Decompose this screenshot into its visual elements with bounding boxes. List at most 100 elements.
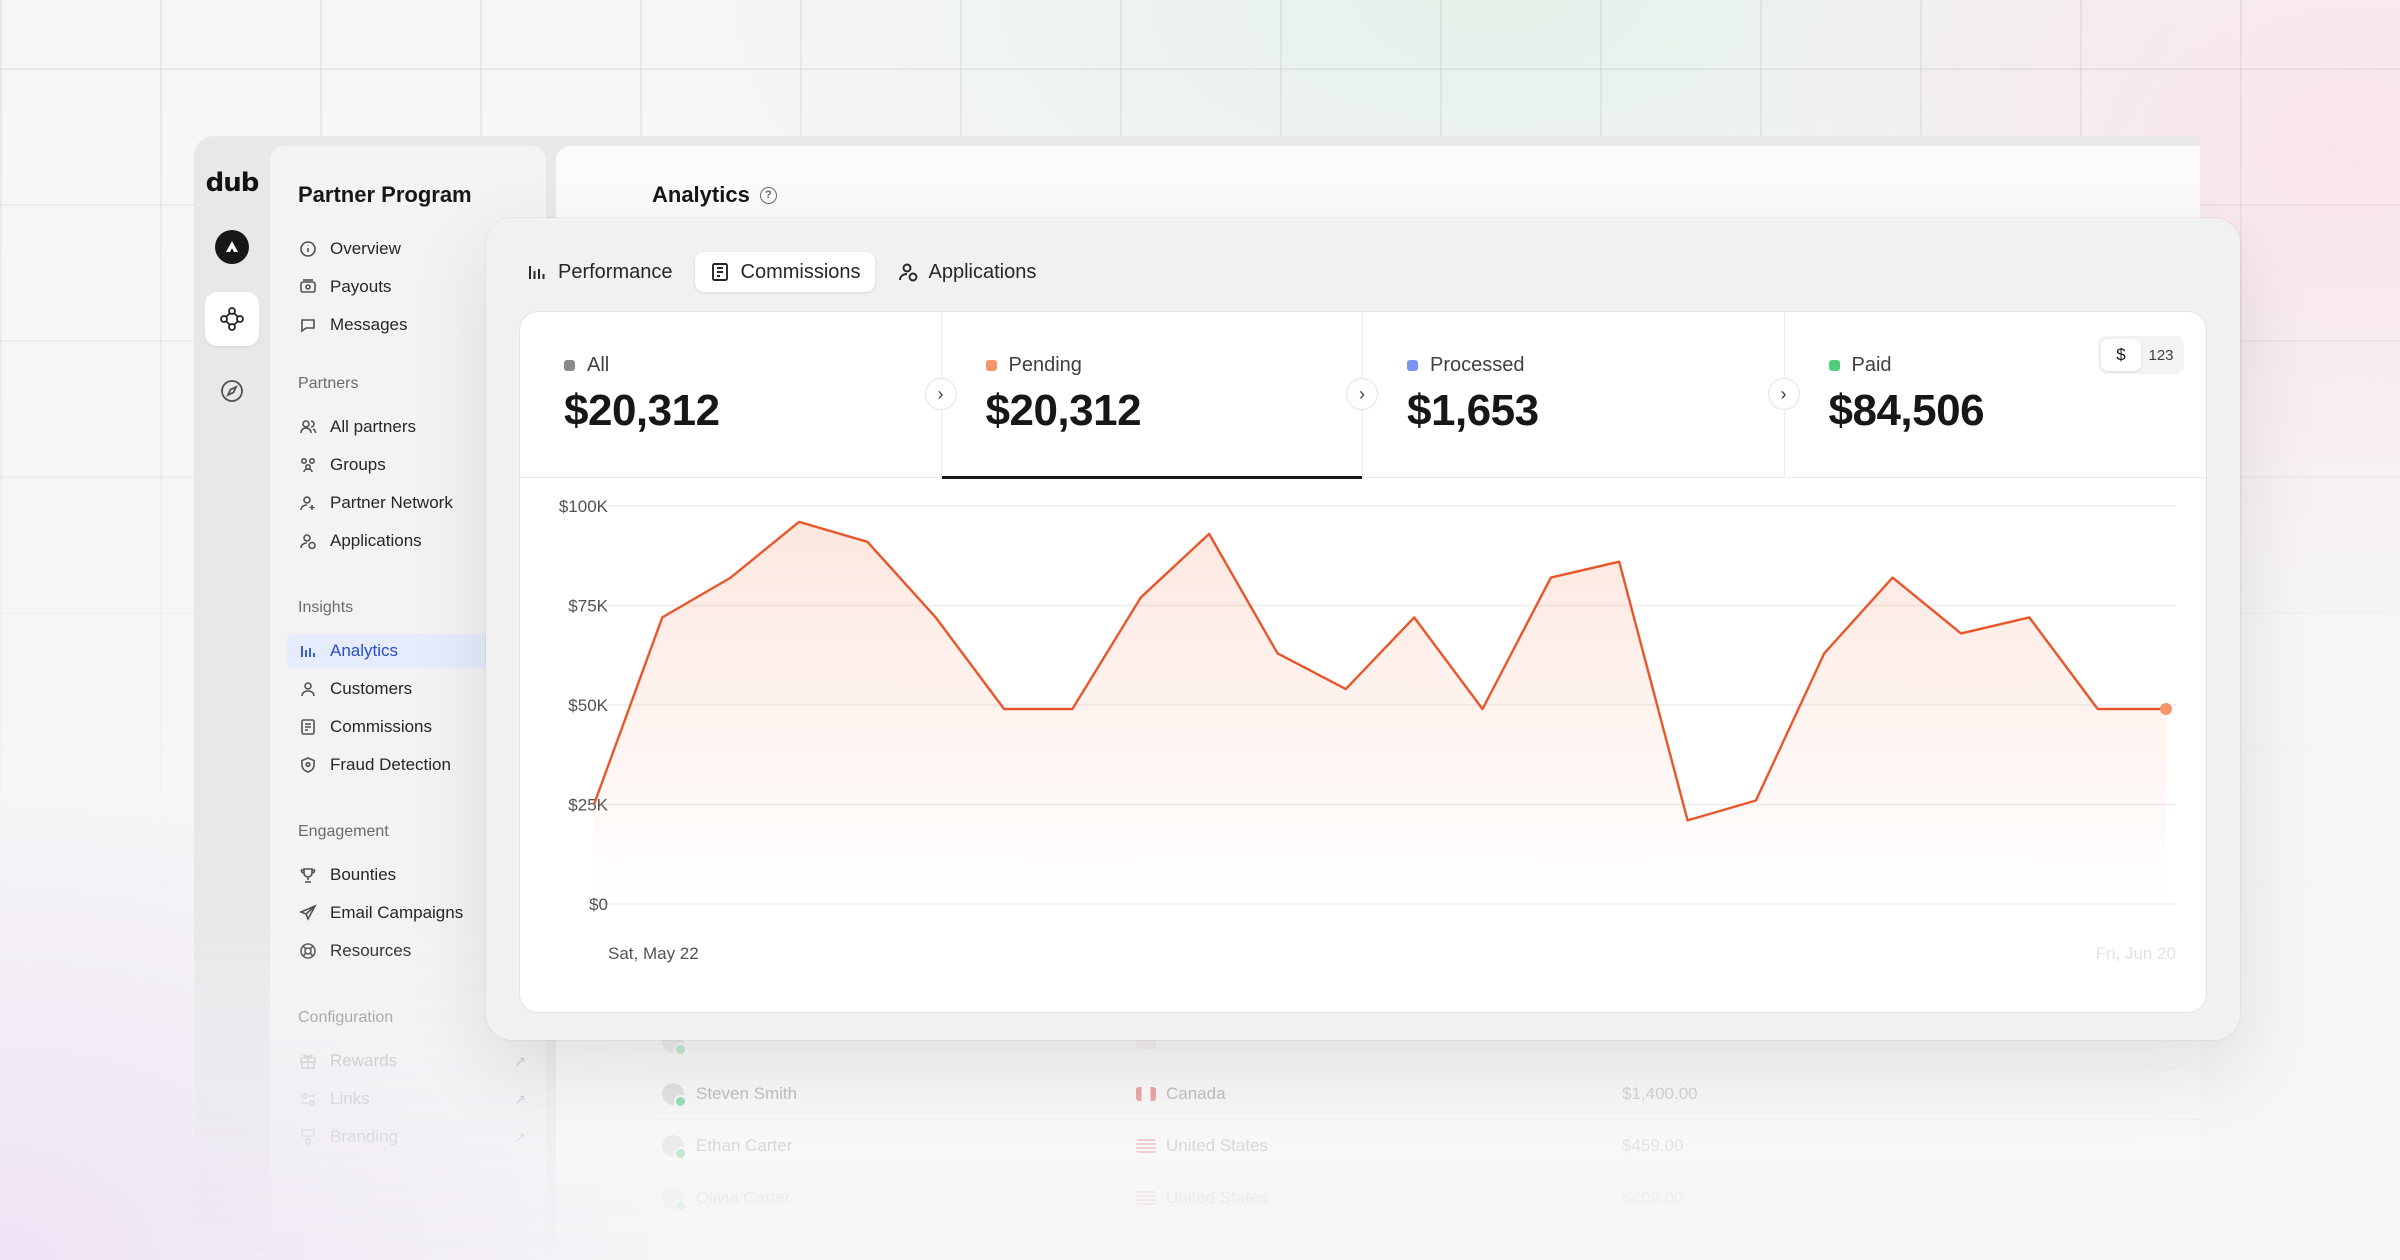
partner-country: United States [1166, 1187, 1269, 1207]
avatar [662, 1082, 687, 1108]
stat-label: All [587, 354, 610, 376]
sidebar-item-label: Groups [330, 455, 386, 474]
commissions-card: All $20,312 › Pending $20,312 › Processe… [520, 312, 2206, 1012]
stat-label: Processed [1430, 354, 1525, 376]
partner-name: Ethan Carter [696, 1135, 793, 1155]
sidebar-item-label: Messages [330, 315, 408, 334]
sidebar-item-label: Bounties [330, 865, 397, 884]
sidebar-item-links[interactable]: Links ↗ [286, 1082, 546, 1116]
user-check-icon [898, 263, 917, 282]
stat-pending[interactable]: Pending $20,312 › [941, 312, 1378, 479]
tab-label: Applications [928, 260, 1037, 283]
partner-name: Steven Smith [696, 1083, 798, 1103]
table-row[interactable]: Ethan Carter United States $459.00 [652, 1120, 2200, 1172]
workspace-switcher[interactable] [205, 220, 259, 274]
chart-area-fill [594, 521, 2166, 904]
sidebar-item-label: Email Campaigns [330, 903, 464, 922]
analytics-tabs: Performance Commissions Applications [512, 252, 1050, 292]
stat-processed[interactable]: Processed $1,653 › [1363, 312, 1800, 478]
sidebar-item-label: Branding [330, 1127, 399, 1146]
commissions-area-chart: $0$25K$50K$75K$100K Sat, May 22 Fri, Jun… [559, 497, 2176, 963]
stat-label: Paid [1851, 354, 1892, 376]
chart-endpoint[interactable] [2160, 702, 2172, 715]
sidebar-item-label: All partners [330, 417, 416, 436]
sidebar-item-label: Commissions [330, 717, 433, 736]
status-dot [985, 360, 997, 371]
table-row[interactable]: Olivia Carter United States $409.00 [652, 1172, 2200, 1224]
network-icon [220, 307, 244, 331]
stat-label: Pending [1008, 354, 1082, 376]
flag-us-icon [1136, 1138, 1156, 1153]
bar-chart-icon [298, 641, 318, 661]
sidebar-item-label: Partner Network [330, 493, 453, 512]
stat-paid[interactable]: Paid $84,506 $ 123 [1785, 312, 2207, 478]
shield-icon [298, 755, 318, 775]
dub-logo[interactable]: dub [206, 168, 260, 198]
sidebar-item-rewards[interactable]: Rewards ↗ [286, 1044, 546, 1078]
bar-chart-icon [529, 266, 545, 279]
compass-icon [221, 380, 243, 402]
chevron-right-icon: › [924, 378, 957, 410]
link-icon [298, 1089, 318, 1109]
info-circle-icon [298, 239, 318, 259]
page-title-text: Analytics [652, 182, 750, 207]
x-axis-end-label: Fri, Jun 20 [2096, 944, 2176, 963]
users-group-icon [298, 455, 318, 475]
user-check-icon [298, 531, 318, 551]
flag-ca-icon [1136, 1086, 1156, 1101]
lifebuoy-icon [298, 941, 318, 961]
trophy-icon [298, 865, 318, 885]
help-icon[interactable]: ? [759, 186, 777, 204]
receipt-icon [298, 717, 318, 737]
partner-program-rail-button[interactable] [205, 292, 259, 346]
display-mode-toggle: $ 123 [2098, 336, 2184, 374]
flag-us-icon [1136, 1190, 1156, 1205]
y-axis-tick-label: $100K [559, 497, 609, 516]
sidebar-item-label: Applications [330, 531, 422, 550]
status-summary: All $20,312 › Pending $20,312 › Processe… [520, 312, 2207, 479]
receipt-icon [711, 263, 728, 281]
stat-value: $1,653 [1407, 386, 1539, 435]
partner-country: Canada [1166, 1083, 1226, 1103]
user-plus-icon [298, 493, 318, 513]
partner-amount: $459.00 [1622, 1135, 1684, 1155]
currency-toggle-button[interactable]: $ [2101, 339, 2141, 371]
message-icon [298, 315, 318, 335]
sidebar-item-branding[interactable]: Branding ↗ [286, 1120, 546, 1154]
paint-icon [298, 1127, 318, 1147]
users-icon [298, 417, 318, 437]
stat-all[interactable]: All $20,312 › [520, 312, 957, 478]
table-row[interactable]: Steven Smith Canada $1,400.00 [652, 1068, 2200, 1120]
tab-applications[interactable]: Applications [883, 252, 1051, 292]
count-toggle-button[interactable]: 123 [2141, 339, 2181, 371]
status-dot [1828, 360, 1840, 371]
tab-label: Performance [558, 260, 673, 283]
avatar [662, 1134, 687, 1160]
paper-plane-icon [298, 903, 318, 923]
gift-icon [298, 1051, 318, 1071]
icon-rail: dub [194, 136, 270, 1260]
discover-rail-button[interactable] [205, 364, 259, 418]
page-title: Analytics ? [652, 182, 777, 208]
sidebar-item-label: Analytics [330, 641, 399, 660]
tab-performance[interactable]: Performance [512, 252, 687, 292]
money-icon [298, 277, 318, 297]
chevron-right-icon: › [1346, 378, 1378, 410]
partner-amount: $1,400.00 [1622, 1083, 1698, 1103]
status-dot [564, 360, 575, 371]
sidebar-item-label: Customers [330, 679, 413, 698]
sidebar-item-label: Fraud Detection [330, 755, 451, 774]
workspace-avatar-icon [215, 230, 249, 264]
partners-table: Steven Smith Canada $1,400.00 Ethan Cart… [652, 1016, 2200, 1224]
sidebar-item-label: Overview [330, 239, 401, 258]
sidebar-item-label: Rewards [330, 1051, 398, 1070]
analytics-panel: Performance Commissions Applications All… [486, 218, 2240, 1040]
sidebar-item-label: Payouts [330, 277, 392, 296]
partner-country: United States [1166, 1135, 1269, 1155]
partner-amount: $409.00 [1622, 1187, 1684, 1207]
partner-name: Olivia Carter [696, 1187, 791, 1207]
tab-commissions[interactable]: Commissions [694, 252, 875, 292]
chevron-right-icon: › [1767, 378, 1800, 410]
sidebar-item-label: Resources [330, 941, 412, 960]
avatar [662, 1186, 687, 1212]
